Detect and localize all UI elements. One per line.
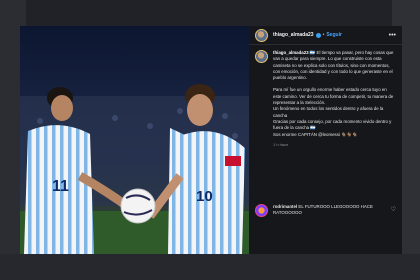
caption-paragraph-4: Gracias por cada consejo, por cada momen…: [273, 118, 392, 131]
post-caption: thiago_almada23 🇦🇷 El tiempo va pasar, p…: [255, 50, 395, 148]
author-username[interactable]: thiago_almada23: [273, 32, 314, 38]
blurred-bottom-edge: [0, 254, 420, 280]
caption-username[interactable]: thiago_almada23: [273, 50, 309, 55]
post-photo[interactable]: 11 10: [20, 26, 249, 254]
caption-paragraph-3: Un fenómeno en todos los sentidos dentro…: [273, 106, 384, 118]
more-options-icon[interactable]: •••: [389, 32, 396, 39]
verified-badge-icon: [315, 32, 321, 38]
follow-button[interactable]: Seguir: [326, 32, 342, 38]
svg-text:10: 10: [196, 188, 213, 205]
comment-text-block: rodrimantel EL FUTUROOO LLEGOOOOO HACE R…: [273, 204, 395, 217]
svg-text:11: 11: [52, 178, 69, 195]
post-modal: 11 10 thiago_almada23 • Seguir ••• thiag…: [20, 26, 402, 254]
author-avatar[interactable]: [255, 28, 268, 42]
caption-paragraph-5: Sos enorme CAPITÁN @leomessi 🐐🐐🐐: [273, 131, 358, 137]
stadium-photo-illustration: 11 10: [20, 26, 249, 254]
post-header: thiago_almada23 • Seguir •••: [249, 26, 402, 45]
caption-author-avatar[interactable]: [255, 50, 268, 63]
caption-paragraph-2: Para mí fue un orgullo enorme haber esta…: [273, 87, 394, 106]
like-comment-heart-icon[interactable]: ♡: [391, 206, 396, 213]
commenter-avatar[interactable]: [255, 204, 268, 217]
commenter-username[interactable]: rodrimantel: [273, 204, 297, 209]
comment-item: rodrimantel EL FUTUROOO LLEGOOOOO HACE R…: [255, 204, 395, 217]
caption-timestamp: 1 h hace: [273, 141, 289, 147]
caption-text: thiago_almada23 🇦🇷 El tiempo va pasar, p…: [273, 50, 395, 148]
post-side-panel: thiago_almada23 • Seguir ••• thiago_alma…: [249, 26, 402, 254]
separator-dot: •: [322, 32, 325, 38]
